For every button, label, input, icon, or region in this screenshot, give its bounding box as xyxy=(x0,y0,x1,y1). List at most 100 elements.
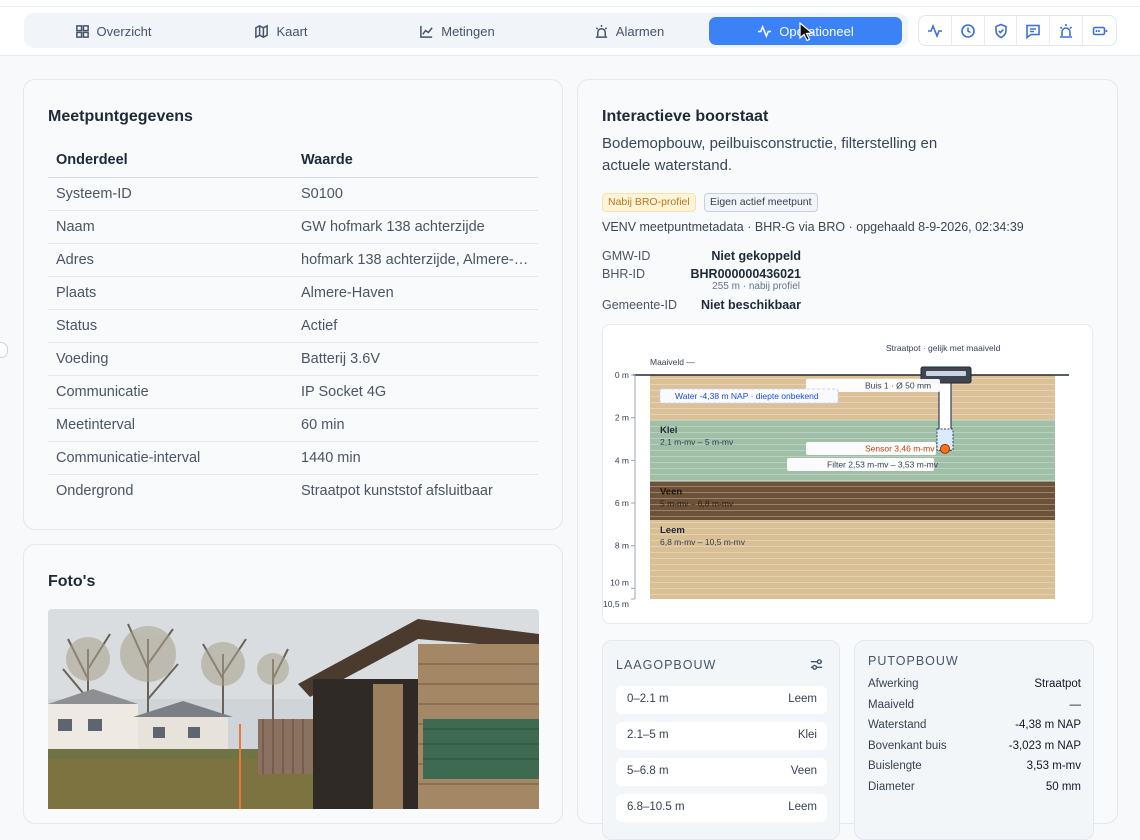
gmw-label: GMW-ID xyxy=(602,249,651,263)
row-label: Systeem-ID xyxy=(48,177,293,211)
boorstaat-title: Interactieve boorstaat xyxy=(602,108,769,125)
row-value: Straatpot kunststof afsluitbaar xyxy=(301,482,493,499)
water-label: Water -4,38 m NAP · diepte onbekend xyxy=(675,391,819,401)
siren-icon xyxy=(595,24,607,38)
gemeente-value: Niet beschikbaar xyxy=(700,298,801,312)
soil-layer-name: Leem xyxy=(660,525,685,536)
meetpunt-card: Meetpuntgegevens Onderdeel Waarde Systee… xyxy=(23,79,563,530)
putopbouw-key: Buislengte xyxy=(868,760,922,772)
table-row: Adres hofmark 138 achterzijde, Almere-Hav… xyxy=(48,243,538,277)
message-icon xyxy=(1026,24,1041,39)
putopbouw-value: -4,38 m NAP xyxy=(1015,719,1081,731)
sensor-label: Sensor 3,46 m-mv xyxy=(865,444,935,454)
layer-row[interactable]: 5–6.8 m Veen xyxy=(616,758,827,786)
tab-alarmen[interactable]: Alarmen xyxy=(554,17,704,45)
putopbouw-value: — xyxy=(1069,698,1082,711)
row-label: Status xyxy=(48,309,293,343)
tab-kaart[interactable]: Kaart xyxy=(201,17,361,45)
putopbouw-key: Bovenkant buis xyxy=(868,739,947,752)
row-label: Voeding xyxy=(48,342,293,376)
meetpunt-table: Onderdeel Waarde Systeem-ID S0100 Naam GW h… xyxy=(48,144,538,507)
tab-label: Metingen xyxy=(441,23,495,39)
depth-tick-label: 4 m xyxy=(615,455,629,465)
table-row: Communicatie-interval 1440 min xyxy=(48,441,538,475)
activity-icon xyxy=(758,24,772,38)
row-value: hofmark 138 achterzijde, Almere-Haven xyxy=(293,243,538,277)
depth-tick-label: 10 m xyxy=(610,577,629,587)
column-header: Waarde xyxy=(293,144,538,178)
layer-hatching xyxy=(650,375,1055,599)
straatpot-lid xyxy=(926,371,966,376)
layer-type: Leem xyxy=(788,801,817,813)
tab-label: Operationeel xyxy=(779,23,854,39)
depth-tick-label: 10,5 m xyxy=(603,599,629,609)
layer-row[interactable]: 6.8–10.5 m Leem xyxy=(616,794,827,822)
side-panel-handle[interactable] xyxy=(0,342,8,358)
row-value: IP Socket 4G xyxy=(293,375,538,409)
battery-icon xyxy=(1092,26,1107,35)
mouse-cursor-icon xyxy=(799,22,814,42)
putopbouw-key: Diameter xyxy=(868,780,915,793)
tool-icon-bar xyxy=(918,15,1117,46)
filter-label: Filter 2,53 m-mv – 3,53 m-mv xyxy=(827,460,939,470)
tab-metingen[interactable]: Metingen xyxy=(364,17,550,45)
borehole-diagram[interactable]: 0 m 2 m 4 m 6 m 8 m 10 m 10,5 m Maaiveld — Str… xyxy=(602,324,1093,624)
layer-range: 0–2.1 m xyxy=(627,693,669,705)
maaiveld-label: Maaiveld — xyxy=(650,357,695,367)
bro-badge: Nabij BRO-profiel xyxy=(602,193,696,212)
gemeente-label: Gemeente-ID xyxy=(602,298,678,312)
tab-overzicht[interactable]: Overzicht xyxy=(28,17,198,45)
soil-layer-name: Klei xyxy=(660,425,677,436)
row-value: Actief xyxy=(293,309,538,343)
soil-layer-range: 2,1 m-mv – 5 m-mv xyxy=(660,437,734,447)
row-label: Plaats xyxy=(48,276,293,310)
layer-range: 2.1–5 m xyxy=(627,729,669,741)
top-bar: Overzicht Kaart Metingen Alarmen Operati… xyxy=(0,0,1140,56)
table-row: Voeding Batterij 3.6V xyxy=(48,342,538,376)
gmw-value: Niet gekoppeld xyxy=(711,249,801,263)
putopbouw-value: Straatpot xyxy=(1034,678,1081,690)
row-value: 60 min xyxy=(293,408,538,442)
putopbouw-key: Maaiveld xyxy=(868,698,915,711)
putopbouw-key: Afwerking xyxy=(868,678,919,690)
boorstaat-subtitle: Bodemopbouw, peilbuisconstructie, filter… xyxy=(602,135,938,174)
row-value: Almere-Haven xyxy=(293,276,538,310)
sliders-icon[interactable] xyxy=(809,657,824,672)
table-row: Status Actief xyxy=(48,309,538,343)
table-row: Ondergrond Straatpot kunststof afsluitbaa… xyxy=(48,474,538,507)
depth-tick-label: 8 m xyxy=(615,541,629,551)
tab-label: Kaart xyxy=(276,23,308,39)
soil-layer-range: 6,8 m-mv – 10,5 m-mv xyxy=(660,537,746,547)
table-row: Plaats Almere-Haven xyxy=(48,276,538,310)
alarms-button[interactable] xyxy=(1050,16,1084,45)
source-line: VENV meetpuntmetadata · BHR-G via BRO · … xyxy=(602,220,1024,234)
tab-label: Alarmen xyxy=(615,23,665,39)
site-photo[interactable] xyxy=(48,609,539,809)
messages-button[interactable] xyxy=(1017,16,1051,45)
straatpot-label: Straatpot · gelijk met maaiveld xyxy=(886,343,1001,353)
grid-icon xyxy=(75,24,89,38)
putopbouw-panel: PUTOPBOUW Afwerking Straatpot Maaiveld — Wat… xyxy=(854,640,1094,840)
site-photo-image xyxy=(48,609,539,809)
depth-tick-label: 6 m xyxy=(615,498,629,508)
security-button[interactable] xyxy=(985,16,1018,45)
putopbouw-key: Waterstand xyxy=(868,719,927,731)
history-button[interactable] xyxy=(952,16,985,45)
buis-label: Buis 1 · Ø 50 mm xyxy=(865,381,931,391)
meetpunt-title: Meetpuntgegevens xyxy=(48,108,193,125)
layer-row[interactable]: 2.1–5 m Klei xyxy=(616,722,827,750)
row-value: S0100 xyxy=(293,177,538,211)
activity-button[interactable] xyxy=(919,16,952,45)
tab-label: Overzicht xyxy=(96,23,152,39)
bhr-value[interactable]: BHR000000436021 xyxy=(678,267,801,281)
layer-row[interactable]: 0–2.1 m Leem xyxy=(616,686,827,714)
soil-layer-range: 5 m-mv – 6,8 m-mv xyxy=(660,499,734,509)
table-row: Meetinterval 60 min xyxy=(48,408,538,442)
putopbouw-title: PUTOPBOUW xyxy=(868,654,959,668)
battery-button[interactable] xyxy=(1083,16,1116,45)
boorstaat-card: Interactieve boorstaat Bodemopbouw, peil… xyxy=(577,79,1118,840)
bhr-distance-note: 255 m · nabij profiel xyxy=(712,281,800,292)
row-label: Communicatie-interval xyxy=(48,441,293,475)
sensor-marker[interactable] xyxy=(940,443,950,454)
map-icon xyxy=(255,24,269,38)
